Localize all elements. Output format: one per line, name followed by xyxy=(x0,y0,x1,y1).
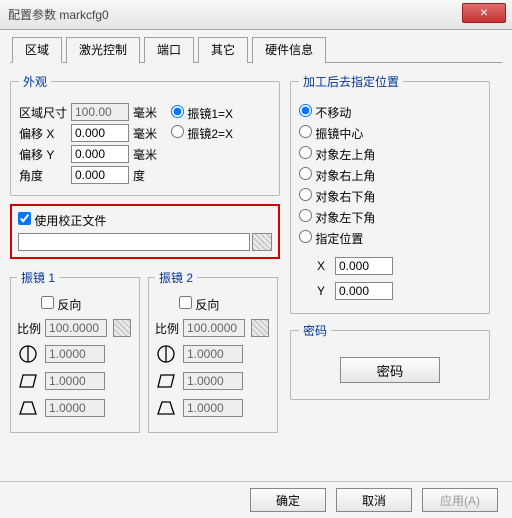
galvo2-scale-step[interactable] xyxy=(251,319,269,337)
goto-legend: 加工后去指定位置 xyxy=(299,73,403,90)
appearance-legend: 外观 xyxy=(19,73,51,90)
angle-unit: 度 xyxy=(133,167,163,184)
password-button[interactable]: 密码 xyxy=(340,357,440,383)
offy-label: 偏移 Y xyxy=(19,146,71,163)
titlebar: 配置参数 markcfg0 × xyxy=(0,0,512,30)
window-title: 配置参数 markcfg0 xyxy=(8,6,109,23)
offx-label: 偏移 X xyxy=(19,125,71,142)
galvo2-v3-input[interactable] xyxy=(183,399,243,417)
galvo1-scale-input[interactable] xyxy=(45,319,107,337)
close-button[interactable]: × xyxy=(462,3,506,23)
galvo1-v1-input[interactable] xyxy=(45,345,105,363)
goto-y-label: Y xyxy=(317,284,335,298)
cancel-button[interactable]: 取消 xyxy=(336,488,412,512)
tab-content: 外观 区域尺寸 毫米 偏移 X 毫米 xyxy=(10,63,502,433)
password-legend: 密码 xyxy=(299,322,331,339)
galvo1-scale-step[interactable] xyxy=(113,319,131,337)
goto-opt-0[interactable]: 不移动 xyxy=(299,104,481,121)
trapezoid-icon xyxy=(155,397,177,419)
offset-x-input[interactable] xyxy=(71,124,129,142)
ok-button[interactable]: 确定 xyxy=(250,488,326,512)
offy-unit: 毫米 xyxy=(133,146,163,163)
goto-opt-6[interactable]: 指定位置 xyxy=(299,230,481,247)
angle-label: 角度 xyxy=(19,167,71,184)
apply-button[interactable]: 应用(A) xyxy=(422,488,498,512)
tab-ports[interactable]: 端口 xyxy=(144,37,194,63)
goto-y-input[interactable] xyxy=(335,282,393,300)
browse-button[interactable] xyxy=(252,233,272,251)
trapezoid-icon xyxy=(17,397,39,419)
goto-x-input[interactable] xyxy=(335,257,393,275)
galvo2-reverse-checkbox[interactable]: 反向 xyxy=(179,296,219,313)
tab-region[interactable]: 区域 xyxy=(12,37,62,63)
goto-position-group: 加工后去指定位置 不移动 振镜中心 对象左上角 对象右上角 对象右下角 对象左下… xyxy=(290,73,490,314)
circle-icon xyxy=(155,343,177,365)
galvo1x-radio[interactable]: 振镜1=X xyxy=(171,105,233,122)
size-input[interactable] xyxy=(71,103,129,121)
offset-y-input[interactable] xyxy=(71,145,129,163)
offx-unit: 毫米 xyxy=(133,125,163,142)
password-group: 密码 密码 xyxy=(290,322,490,400)
size-label: 区域尺寸 xyxy=(19,104,71,121)
tab-other[interactable]: 其它 xyxy=(198,37,248,63)
separator xyxy=(0,481,512,482)
galvo2x-radio[interactable]: 振镜2=X xyxy=(171,125,233,142)
galvo2-v2-input[interactable] xyxy=(183,372,243,390)
goto-x-label: X xyxy=(317,259,335,273)
dialog-body: 区域 激光控制 端口 其它 硬件信息 外观 区域尺寸 毫米 偏移 X xyxy=(0,30,512,518)
galvo1-scale-label: 比例 xyxy=(17,320,41,337)
galvo2-legend: 振镜 2 xyxy=(155,269,197,286)
use-calibration-checkbox[interactable]: 使用校正文件 xyxy=(18,214,106,228)
galvo1-reverse-checkbox[interactable]: 反向 xyxy=(41,296,81,313)
calibration-file-input[interactable] xyxy=(18,233,250,251)
goto-opt-5[interactable]: 对象左下角 xyxy=(299,209,481,226)
angle-input[interactable] xyxy=(71,166,129,184)
circle-icon xyxy=(17,343,39,365)
goto-opt-2[interactable]: 对象左上角 xyxy=(299,146,481,163)
tab-hardware-info[interactable]: 硬件信息 xyxy=(252,37,326,63)
galvo2-scale-label: 比例 xyxy=(155,320,179,337)
galvo1-v2-input[interactable] xyxy=(45,372,105,390)
galvo1-v3-input[interactable] xyxy=(45,399,105,417)
size-unit: 毫米 xyxy=(133,104,163,121)
galvo2-v1-input[interactable] xyxy=(183,345,243,363)
appearance-group: 外观 区域尺寸 毫米 偏移 X 毫米 xyxy=(10,73,280,196)
goto-opt-1[interactable]: 振镜中心 xyxy=(299,125,481,142)
parallelogram-icon xyxy=(17,370,39,392)
dialog-button-bar: 确定 取消 应用(A) xyxy=(250,488,498,512)
calibration-highlight: 使用校正文件 xyxy=(10,204,280,259)
parallelogram-icon xyxy=(155,370,177,392)
galvo1-legend: 振镜 1 xyxy=(17,269,59,286)
goto-opt-4[interactable]: 对象右下角 xyxy=(299,188,481,205)
galvo2-scale-input[interactable] xyxy=(183,319,245,337)
tab-strip: 区域 激光控制 端口 其它 硬件信息 xyxy=(10,36,502,63)
galvo2-group: 振镜 2 反向 比例 xyxy=(148,269,278,433)
galvo1-group: 振镜 1 反向 比例 xyxy=(10,269,140,433)
goto-opt-3[interactable]: 对象右上角 xyxy=(299,167,481,184)
tab-laser-control[interactable]: 激光控制 xyxy=(66,37,140,63)
